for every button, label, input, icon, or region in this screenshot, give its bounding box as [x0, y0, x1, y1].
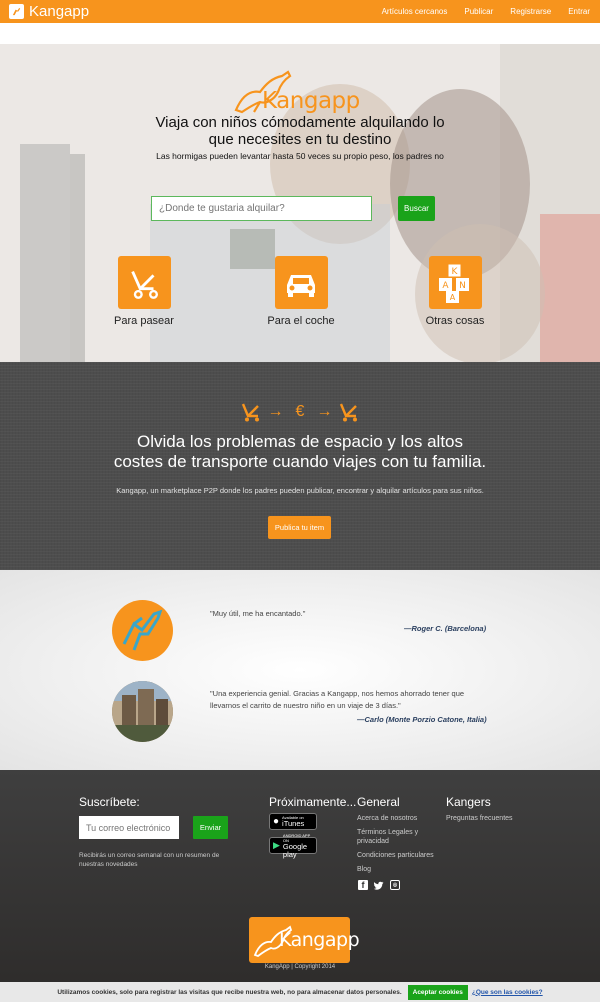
subscribe-note: Recibirás un correo semanal con un resum… [79, 852, 220, 868]
avatar [112, 681, 173, 742]
nav-publish[interactable]: Publicar [464, 7, 493, 16]
svg-text:A: A [450, 293, 456, 302]
testimonial-quote-2-line-1: "Una experiencia genial. Gracias a Kanga… [210, 689, 465, 698]
promo-title: Olvida los problemas de espacio y los al… [0, 432, 600, 472]
nav-login[interactable]: Entrar [568, 7, 590, 16]
hero-subtitle: Las hormigas pueden levantar hasta 50 ve… [156, 151, 444, 161]
stroller-icon [117, 256, 171, 309]
search-input[interactable] [151, 196, 372, 221]
cookies-info-link[interactable]: ¿Que son las cookies? [472, 989, 543, 996]
promo-title-line-1: Olvida los problemas de espacio y los al… [137, 432, 463, 451]
nav-register[interactable]: Registrarse [510, 7, 551, 16]
arrow-right-icon: → [316, 403, 333, 420]
promo-title-line-2: costes de transporte cuando viajes con t… [113, 452, 487, 471]
hero-title: Viaja con niños cómodamente alquilando l… [0, 114, 600, 148]
top-navbar: Kangapp Artículos cercanos Publicar Regi… [0, 0, 600, 23]
copyright: KangApp | Copyright 2014 [264, 964, 336, 970]
category-car-label: Para el coche [267, 315, 335, 327]
brand-link[interactable]: Kangapp [9, 3, 89, 20]
svg-text:N: N [459, 281, 466, 291]
cookie-text: Utilizamos cookies, solo para registrar … [57, 988, 402, 996]
footer: Suscríbete: Enviar Recibirás un correo s… [0, 770, 600, 1002]
euro-icon: € [295, 403, 305, 420]
gplay-small-text: ANDROID APP ON [282, 832, 311, 843]
coming-soon-heading: Próximamente... [269, 795, 357, 809]
general-heading: General [357, 795, 400, 809]
footer-link-about[interactable]: Acerca de nosotros [357, 814, 417, 823]
gplay-big-text: Google play [282, 841, 308, 859]
itunes-badge[interactable]: ● Available on iTunes [269, 813, 317, 830]
brand-name: Kangapp [29, 3, 90, 20]
instagram-icon[interactable]: ◎ [390, 880, 400, 890]
hero-title-line-2: que necesites en tu destino [208, 131, 392, 148]
avatar [112, 600, 173, 661]
footer-link-conditions[interactable]: Condiciones particulares [357, 851, 434, 860]
category-stroll-label: Para pasear [114, 315, 174, 327]
publish-item-button[interactable]: Publica tu item [268, 516, 331, 539]
footer-logo[interactable]: Kangapp [249, 917, 360, 963]
apple-icon: ● [273, 816, 280, 827]
stroller-icon [241, 403, 259, 422]
footer-link-blog[interactable]: Blog [357, 865, 371, 874]
itunes-big-text: iTunes [282, 819, 305, 828]
arrow-right-icon: → [267, 403, 284, 420]
hero-section: Kangapp Viaja con niños cómodamente alqu… [0, 44, 600, 362]
kangaroo-icon [122, 609, 163, 651]
category-stroll[interactable]: Para pasear [104, 256, 184, 327]
town-photo [112, 681, 173, 742]
testimonial-quote-1: "Muy útil, me ha encantado." [210, 609, 306, 618]
svg-text:A: A [442, 281, 449, 291]
rental-flow: → € → [0, 402, 600, 422]
email-field[interactable] [79, 816, 179, 839]
facebook-icon[interactable]: f [358, 880, 368, 890]
send-button[interactable]: Enviar [193, 816, 228, 839]
promo-description: Kangapp, un marketplace P2P donde los pa… [116, 486, 484, 495]
category-other-label: Otras cosas [425, 315, 485, 327]
footer-link-legal[interactable]: Términos Legales y privacidad [357, 828, 427, 846]
testimonial-author-1: —Roger C. (Barcelona) [404, 624, 487, 633]
itunes-badge-text: Available on iTunes [282, 815, 304, 828]
testimonial-quote-2-line-2: llevarnos el carrito de nuestro niño en … [210, 701, 401, 710]
search-button[interactable]: Buscar [398, 196, 435, 221]
play-icon: ▶ [273, 840, 280, 850]
kangaroo-icon [9, 4, 24, 19]
testimonials-section: "Muy útil, me ha encantado." —Roger C. (… [0, 570, 600, 770]
toy-blocks-icon: K A N A [428, 256, 482, 309]
hero-logo-text: Kangapp [262, 88, 360, 114]
google-play-badge[interactable]: ▶ ANDROID APP ON Google play [269, 833, 317, 858]
subscribe-heading: Suscríbete: [79, 795, 140, 809]
nav-links: Artículos cercanos Publicar Registrarse … [365, 7, 590, 16]
cookie-banner: Utilizamos cookies, solo para registrar … [0, 982, 600, 1002]
accept-cookies-button[interactable]: Aceptar cookies [407, 984, 468, 1000]
promo-section: → € → Olvida los problemas de espacio y … [0, 362, 600, 570]
footer-link-faq[interactable]: Preguntas frecuentes [446, 814, 513, 823]
google-play-badge-text: ANDROID APP ON Google play [283, 833, 316, 859]
testimonial-author-2: —Carlo (Monte Porzio Catone, Italia) [357, 715, 487, 724]
twitter-icon[interactable] [374, 880, 384, 890]
footer-logo-text: Kangapp [279, 929, 360, 951]
kangers-heading: Kangers [446, 795, 491, 809]
stroller-icon [340, 403, 358, 422]
car-icon [274, 256, 328, 309]
nav-nearby-items[interactable]: Artículos cercanos [382, 7, 448, 16]
hero-title-line-1: Viaja con niños cómodamente alquilando l… [155, 114, 445, 131]
category-car[interactable]: Para el coche [261, 256, 341, 327]
testimonial-quote-2: "Una experiencia genial. Gracias a Kanga… [210, 688, 490, 712]
category-other[interactable]: K A N A Otras cosas [415, 256, 495, 327]
